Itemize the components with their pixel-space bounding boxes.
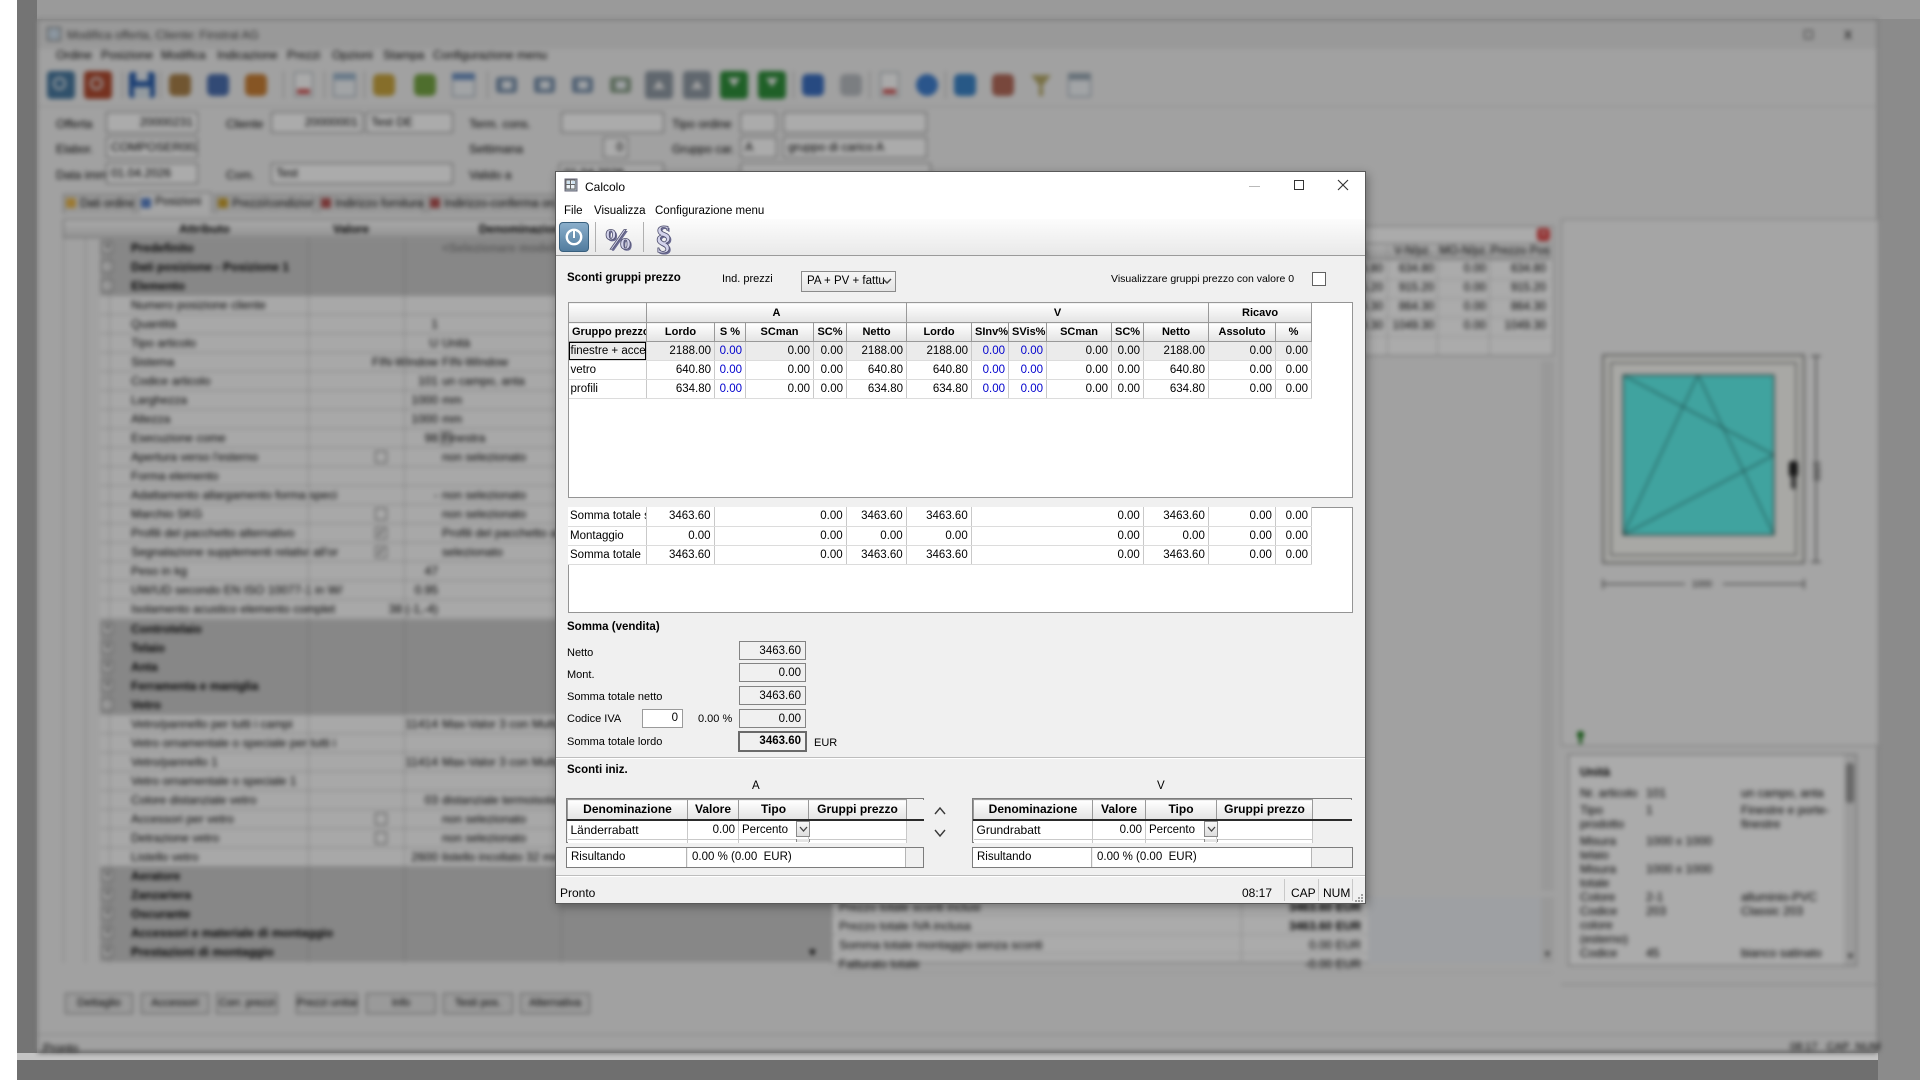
svg-text:1000: 1000 [1812, 461, 1822, 481]
svg-text:1000: 1000 [1692, 579, 1712, 589]
svg-text:%: % [603, 223, 633, 256]
svg-text:§: § [655, 220, 672, 257]
